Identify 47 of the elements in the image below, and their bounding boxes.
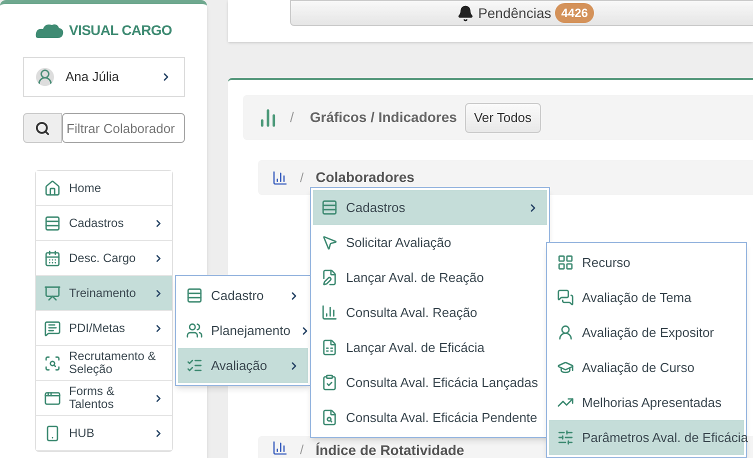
bar-chart-icon [272, 170, 288, 186]
logo-text: VISUAL CARGO [69, 21, 172, 40]
chat-icon [557, 289, 574, 306]
search-icon [34, 120, 50, 136]
calendar-icon [44, 250, 61, 266]
separator: / [300, 441, 304, 458]
bell-icon [457, 4, 474, 22]
nav-item[interactable]: Home [36, 171, 172, 206]
phone-icon [44, 424, 61, 442]
menu-item[interactable]: Avaliação [178, 348, 308, 383]
menu-item[interactable]: Cadastros [313, 190, 547, 225]
spreadsheet-icon [321, 339, 338, 356]
search-field[interactable]: Filtrar Colaborador [62, 113, 184, 143]
rows-icon [321, 199, 338, 216]
document-search-icon [321, 409, 338, 426]
chat-icon [44, 320, 61, 336]
user-button[interactable]: Ana Júlia [22, 57, 184, 97]
separator: / [290, 108, 294, 127]
window-icon [44, 390, 61, 406]
graduation-cap-icon [557, 359, 574, 376]
pending-button[interactable]: Pendências 4426 [290, 0, 753, 26]
separator: / [300, 168, 304, 187]
people-icon [186, 322, 203, 339]
rows-icon [186, 287, 203, 304]
search-button[interactable] [22, 113, 62, 143]
dashboard-title: Gráficos / Indicadores [310, 108, 457, 127]
pointer-icon [321, 234, 338, 251]
home-icon [44, 180, 61, 196]
avatar-icon [36, 68, 54, 86]
nav-item[interactable]: Treinamento [36, 276, 172, 311]
person-icon [557, 324, 574, 341]
view-all-button[interactable]: Ver Todos [464, 102, 541, 132]
bar-chart-icon [321, 304, 338, 321]
presentation-icon [44, 284, 61, 302]
checklist-icon [186, 357, 203, 374]
rows-icon [44, 214, 61, 232]
search-person-icon [44, 354, 61, 372]
section-title: Índice de Rotatividade [316, 441, 464, 458]
logo-icon [35, 22, 66, 40]
clipboard-icon [321, 374, 338, 391]
bar-chart-icon [258, 108, 278, 128]
count-badge: 4426 [555, 3, 594, 23]
grid-icon [557, 254, 574, 271]
sliders-icon [557, 429, 574, 446]
section-title: Colaboradores [316, 168, 414, 187]
bar-chart-icon [272, 440, 288, 456]
document-pen-icon [321, 269, 338, 286]
